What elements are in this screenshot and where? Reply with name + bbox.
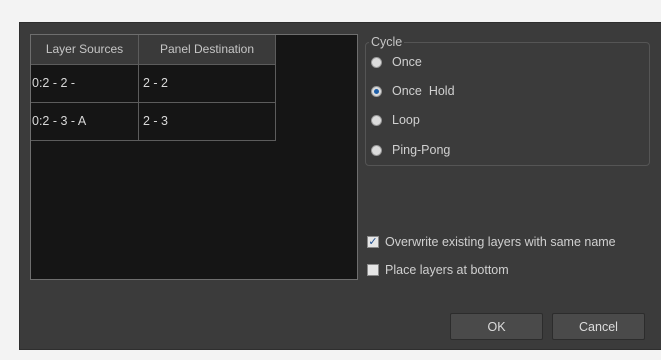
radio-label-once: Once bbox=[392, 55, 422, 69]
radio-button-icon[interactable] bbox=[371, 56, 382, 68]
radio-button-icon[interactable] bbox=[371, 144, 382, 156]
column-header-panel-destination[interactable]: Panel Destination bbox=[139, 35, 275, 64]
radio-ping-pong[interactable]: Ping-Pong bbox=[371, 141, 450, 159]
radio-once[interactable]: Once bbox=[371, 53, 422, 71]
checkbox-unchecked-icon[interactable] bbox=[367, 264, 379, 276]
overwrite-layers-option[interactable]: ✓ Overwrite existing layers with same na… bbox=[367, 234, 616, 250]
place-layers-bottom-option[interactable]: Place layers at bottom bbox=[367, 262, 509, 278]
layer-mapping-table: Layer Sources Panel Destination 0:2 - 2 … bbox=[30, 34, 358, 280]
radio-label-loop: Loop bbox=[392, 113, 420, 127]
radio-label-once-hold: Once Hold bbox=[392, 84, 455, 98]
table-header: Layer Sources Panel Destination bbox=[31, 35, 276, 65]
layer-source-cell[interactable]: 0:2 - 2 - bbox=[31, 65, 139, 102]
checkbox-checked-icon[interactable]: ✓ bbox=[367, 236, 379, 248]
panel-destination-cell[interactable]: 2 - 2 bbox=[139, 65, 275, 102]
cycle-group-title: Cycle bbox=[369, 35, 405, 49]
import-dialog: Layer Sources Panel Destination 0:2 - 2 … bbox=[19, 22, 661, 350]
overwrite-layers-label: Overwrite existing layers with same name bbox=[385, 235, 616, 249]
table-row[interactable]: 0:2 - 2 - 2 - 2 bbox=[31, 65, 276, 103]
column-header-layer-sources[interactable]: Layer Sources bbox=[31, 35, 139, 64]
place-layers-bottom-label: Place layers at bottom bbox=[385, 263, 509, 277]
radio-once-hold[interactable]: Once Hold bbox=[371, 82, 455, 100]
table-row[interactable]: 0:2 - 3 - A 2 - 3 bbox=[31, 103, 276, 141]
layer-source-cell[interactable]: 0:2 - 3 - A bbox=[31, 103, 139, 140]
panel-destination-cell[interactable]: 2 - 3 bbox=[139, 103, 275, 140]
cancel-button[interactable]: Cancel bbox=[552, 313, 645, 340]
radio-button-selected-icon[interactable] bbox=[371, 85, 382, 97]
radio-loop[interactable]: Loop bbox=[371, 111, 420, 129]
radio-button-icon[interactable] bbox=[371, 114, 382, 126]
ok-button[interactable]: OK bbox=[450, 313, 543, 340]
radio-label-ping-pong: Ping-Pong bbox=[392, 143, 451, 157]
